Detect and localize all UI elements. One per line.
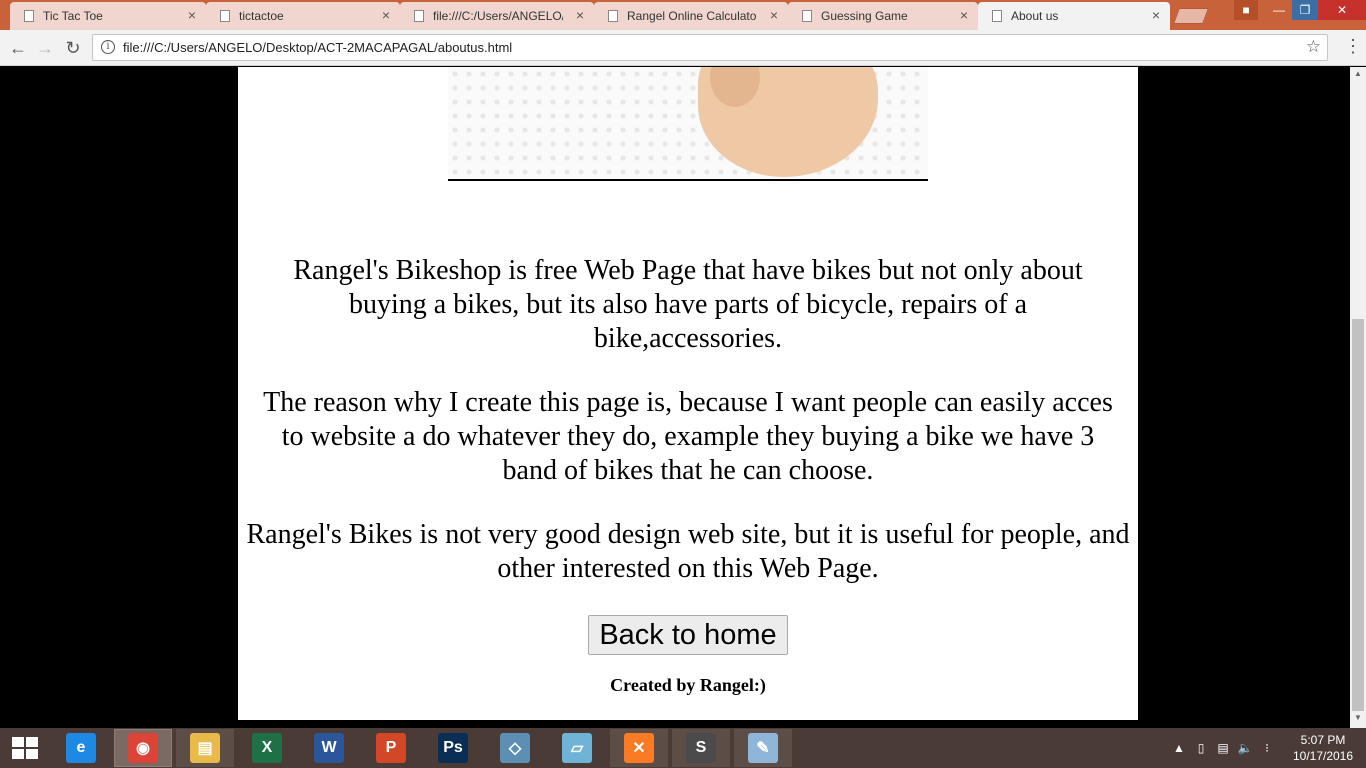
tab-strip: Tic Tac Toe × tictactoe × file:///C:/Use…	[0, 0, 1366, 30]
page-icon	[608, 10, 618, 22]
page-content: Rangel's Bikeshop is free Web Page that …	[238, 67, 1138, 720]
about-paragraph-2: The reason why I create this page is, be…	[263, 387, 1113, 486]
forward-arrow-icon[interactable]: →	[33, 36, 57, 60]
close-tab-icon[interactable]: ×	[1152, 8, 1160, 22]
taskbar-file-explorer-button[interactable]: ▤	[176, 729, 234, 767]
network-icon[interactable]: ⁝	[1256, 741, 1278, 755]
volume-icon[interactable]: 🔈	[1234, 741, 1256, 755]
taskbar-sublime-text-button[interactable]: S	[672, 729, 730, 767]
reload-icon[interactable]: ↻	[61, 36, 85, 60]
internet-explorer-icon: e	[66, 733, 96, 763]
taskbar-chrome-button[interactable]: ◉	[114, 729, 172, 767]
close-tab-icon[interactable]: ×	[576, 8, 584, 22]
taskbar-photoshop-button[interactable]: Ps	[424, 729, 482, 767]
notepad-icon: ▱	[562, 733, 592, 763]
tab-title: tictactoe	[239, 9, 284, 23]
close-tab-icon[interactable]: ×	[770, 8, 778, 22]
page-icon	[220, 10, 230, 22]
minimize-icon[interactable]: —	[1266, 0, 1292, 20]
clock[interactable]: 5:07 PM 10/17/2016	[1290, 732, 1356, 764]
close-tab-icon[interactable]: ×	[960, 8, 968, 22]
xampp-icon: ✕	[624, 733, 654, 763]
close-tab-icon[interactable]: ×	[382, 8, 390, 22]
scrollbar-thumb[interactable]	[1352, 319, 1364, 711]
tab-tictactoe[interactable]: tictactoe ×	[206, 2, 400, 30]
back-arrow-icon[interactable]: ←	[6, 36, 30, 60]
windows-taskbar: e ◉ ▤ X W P Ps ◇ ▱ ✕ S ✎ ▲ ▯ ▤ 🔈 ⁝ 5:07 PM 10/17/20…	[0, 728, 1366, 768]
scroll-down-arrow-icon[interactable]: ▼	[1350, 713, 1366, 725]
taskbar-powerpoint-button[interactable]: P	[362, 729, 420, 767]
tab-title: About us	[1011, 9, 1059, 23]
clock-date: 10/17/2016	[1292, 749, 1354, 763]
back-to-home-button[interactable]: Back to home	[588, 615, 788, 655]
url-text[interactable]: file:///C:/Users/ANGELO/Desktop/ACT-2MAC…	[123, 40, 512, 55]
bookmark-star-icon[interactable]: ☆	[1306, 37, 1321, 57]
about-paragraph-1: Rangel's Bikeshop is free Web Page that …	[293, 255, 1083, 354]
close-tab-icon[interactable]: ×	[188, 8, 196, 22]
show-hidden-icons-icon[interactable]: ▲	[1168, 741, 1190, 755]
paint-icon: ✎	[748, 733, 778, 763]
taskbar-word-button[interactable]: W	[300, 729, 358, 767]
page-icon	[802, 10, 812, 22]
info-icon[interactable]: i	[101, 40, 115, 54]
chrome-icon: ◉	[128, 733, 158, 763]
credit-text: Created by Rangel:)	[610, 675, 766, 695]
taskbar-notepad-button[interactable]: ▱	[548, 729, 606, 767]
taskbar-paint-button[interactable]: ✎	[734, 729, 792, 767]
taskbar-xampp-button[interactable]: ✕	[610, 729, 668, 767]
excel-icon: X	[252, 733, 282, 763]
taskbar-mysql-installer-button[interactable]: ◇	[486, 729, 544, 767]
tab-rangel-calculator[interactable]: Rangel Online Calculator ×	[594, 2, 788, 30]
user-icon[interactable]: ■	[1234, 0, 1258, 20]
tab-guessing-game[interactable]: Guessing Game ×	[788, 2, 978, 30]
word-icon: W	[314, 733, 344, 763]
mysql-installer-icon: ◇	[500, 733, 530, 763]
vertical-scrollbar[interactable]: ▲ ▼	[1350, 67, 1366, 728]
windows-start-icon[interactable]	[12, 737, 38, 759]
tab-title: Rangel Online Calculator	[627, 9, 757, 23]
address-bar[interactable]: i file:///C:/Users/ANGELO/Desktop/ACT-2M…	[92, 34, 1328, 61]
battery-icon[interactable]: ▯	[1190, 741, 1212, 755]
scroll-up-arrow-icon[interactable]: ▲	[1350, 69, 1366, 81]
taskbar-excel-button[interactable]: X	[238, 729, 296, 767]
browser-toolbar: ← → ↻ i file:///C:/Users/ANGELO/Desktop/…	[0, 30, 1366, 66]
tab-about-us[interactable]: About us ×	[978, 2, 1170, 30]
hero-image	[448, 67, 928, 181]
tab-title: Guessing Game	[821, 9, 908, 23]
close-window-icon[interactable]: ✕	[1318, 0, 1366, 20]
file-explorer-icon: ▤	[190, 733, 220, 763]
taskbar-internet-explorer-button[interactable]: e	[52, 729, 110, 767]
page-icon	[414, 10, 424, 22]
page-icon	[992, 10, 1002, 22]
action-center-icon[interactable]: ▤	[1212, 741, 1234, 755]
clock-time: 5:07 PM	[1300, 733, 1346, 747]
tab-tic-tac-toe[interactable]: Tic Tac Toe ×	[10, 2, 206, 30]
menu-icon[interactable]: ⋮	[1344, 36, 1362, 57]
new-tab-button[interactable]	[1173, 8, 1209, 24]
tab-title: Tic Tac Toe	[43, 9, 103, 23]
tab-title: file:///C:/Users/ANGELO/	[433, 9, 563, 23]
page-icon	[24, 10, 34, 22]
powerpoint-icon: P	[376, 733, 406, 763]
sublime-text-icon: S	[686, 733, 716, 763]
restore-icon[interactable]: ❐	[1292, 0, 1318, 20]
photoshop-icon: Ps	[438, 733, 468, 763]
about-paragraph-3: Rangel's Bikes is not very good design w…	[246, 519, 1130, 584]
system-tray: ▲ ▯ ▤ 🔈 ⁝	[1168, 728, 1278, 768]
tab-file-url[interactable]: file:///C:/Users/ANGELO/ ×	[400, 2, 594, 30]
page-viewport: Rangel's Bikeshop is free Web Page that …	[0, 67, 1350, 728]
